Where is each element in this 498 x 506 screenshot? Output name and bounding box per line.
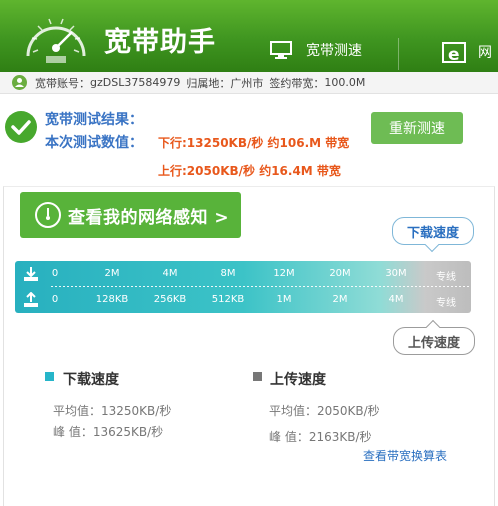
speed-panel: 查看我的网络感知 > 下载速度 0 2M 4M 8M 12M 20M 30M 专线 0 128K… bbox=[3, 186, 495, 506]
result-title: 宽带测试结果： bbox=[45, 112, 143, 128]
download-result: 下行:13250KB/秒 约106.M 带宽 bbox=[158, 136, 350, 150]
check-circle-icon bbox=[5, 111, 37, 143]
bandwidth-value: 100.0M bbox=[324, 76, 366, 89]
svg-text:e: e bbox=[448, 45, 460, 64]
upload-scale-tick: 512KB bbox=[211, 294, 245, 305]
network-perception-label: 查看我的网络感知 > bbox=[68, 207, 230, 228]
bandwidth-conversion-link[interactable]: 查看带宽换算表 bbox=[363, 447, 447, 464]
upload-speed-bubble: 上传速度 bbox=[393, 319, 475, 355]
monitor-icon bbox=[270, 41, 292, 59]
network-perception-button[interactable]: 查看我的网络感知 > bbox=[20, 192, 241, 238]
upload-scale-tick: 0 bbox=[51, 294, 59, 305]
app-header: 宽带助手 宽带测速 e 网 bbox=[0, 0, 498, 72]
download-scale-tick: 20M bbox=[329, 268, 351, 279]
download-scale-tick: 12M bbox=[273, 268, 295, 279]
upload-scale-tick: 2M bbox=[332, 294, 348, 305]
download-stats-title: 下载速度 bbox=[63, 372, 119, 388]
download-scale-tick: 专线 bbox=[436, 272, 456, 283]
account-bar: 宽带账号： gzDSL37584979 归属地： 广州市 签约带宽： 100.0… bbox=[0, 72, 498, 94]
tab-network[interactable]: e 网 bbox=[442, 40, 492, 64]
tab-speed-test-label: 宽带测速 bbox=[306, 43, 362, 59]
account-value: gzDSL37584979 bbox=[90, 76, 181, 89]
download-scale-tick: 0 bbox=[51, 268, 59, 279]
location-value: 广州市 bbox=[230, 76, 264, 90]
result-panel: 宽带测试结果： 本次测试数值： 下行:13250KB/秒 约106.M 带宽 上… bbox=[0, 95, 498, 185]
upload-result: 上行:2050KB/秒 约16.4M 带宽 bbox=[158, 164, 341, 178]
speed-scale: 0 2M 4M 8M 12M 20M 30M 专线 0 128KB 256KB 512KB 1M 2M 4… bbox=[15, 261, 471, 313]
upload-scale-tick: 256KB bbox=[153, 294, 187, 305]
download-peak: 峰 值：13625KB/秒 bbox=[53, 425, 164, 439]
upload-scale-tick: 1M bbox=[276, 294, 292, 305]
upload-speed-bubble-label: 上传速度 bbox=[407, 335, 460, 351]
download-scale-tick: 30M bbox=[385, 268, 407, 279]
clock-icon bbox=[35, 202, 61, 228]
download-average: 平均值：13250KB/秒 bbox=[53, 404, 172, 418]
app-title: 宽带助手 bbox=[104, 27, 216, 58]
user-icon bbox=[12, 75, 27, 90]
upload-average: 平均值：2050KB/秒 bbox=[269, 404, 380, 418]
bandwidth-label: 签约带宽： bbox=[269, 76, 325, 90]
tab-divider bbox=[398, 38, 399, 70]
browser-icon: e bbox=[442, 42, 466, 64]
retest-button[interactable]: 重新测速 bbox=[371, 112, 463, 144]
tab-speed-test[interactable]: 宽带测速 bbox=[270, 40, 362, 60]
download-scale-tick: 2M bbox=[104, 268, 120, 279]
result-value-label: 本次测试数值： bbox=[45, 135, 143, 151]
upload-scale-row: 0 128KB 256KB 512KB 1M 2M 4M 专线 bbox=[15, 287, 471, 313]
upload-icon bbox=[24, 292, 38, 307]
speedometer-icon bbox=[26, 18, 86, 63]
upload-scale-tick: 128KB bbox=[95, 294, 129, 305]
download-scale-tick: 8M bbox=[220, 268, 236, 279]
upload-scale-tick: 专线 bbox=[436, 298, 456, 309]
location-label: 归属地： bbox=[186, 76, 231, 90]
upload-scale-tick: 4M bbox=[388, 294, 404, 305]
download-legend-swatch bbox=[45, 372, 54, 381]
upload-stats-title: 上传速度 bbox=[270, 372, 326, 388]
upload-peak: 峰 值：2163KB/秒 bbox=[269, 430, 372, 444]
download-icon bbox=[24, 267, 38, 281]
tab-network-label: 网 bbox=[478, 45, 492, 61]
account-label: 宽带账号： bbox=[35, 76, 90, 90]
download-scale-row: 0 2M 4M 8M 12M 20M 30M 专线 bbox=[15, 261, 471, 287]
download-scale-tick: 4M bbox=[162, 268, 178, 279]
upload-legend-swatch bbox=[253, 372, 262, 381]
download-speed-bubble-label: 下载速度 bbox=[406, 225, 459, 241]
download-speed-bubble: 下载速度 bbox=[392, 217, 474, 253]
